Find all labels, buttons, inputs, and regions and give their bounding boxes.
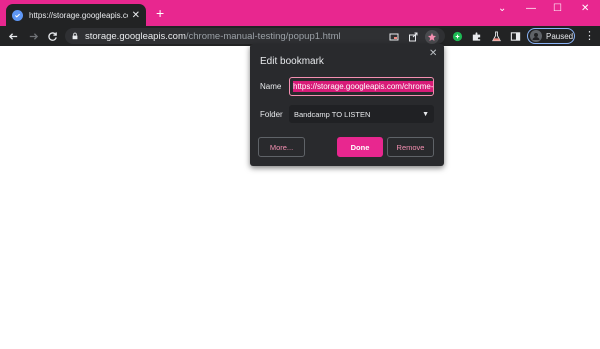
remove-button[interactable]: Remove [387, 137, 434, 157]
folder-select[interactable]: Bandcamp TO LISTEN ▼ [289, 105, 434, 123]
star-icon[interactable] [425, 30, 439, 44]
maximize-button[interactable]: ☐ [553, 3, 562, 14]
dialog-close-icon[interactable]: ✕ [429, 48, 437, 59]
browser-toolbar: storage.googleapis.com/chrome-manual-tes… [0, 26, 600, 46]
done-button[interactable]: Done [337, 137, 383, 157]
chevron-down-icon: ▼ [422, 110, 429, 118]
title-bar: https://storage.googleapis.com/c ✕ + ⌄ —… [0, 0, 600, 26]
tab-title: https://storage.googleapis.com/c [29, 10, 128, 20]
puzzle-icon[interactable] [469, 29, 483, 43]
forward-arrow-icon[interactable] [25, 28, 41, 44]
flask-icon[interactable] [489, 29, 503, 43]
url-host: storage.googleapis.com [85, 30, 186, 42]
back-arrow-icon[interactable] [5, 28, 21, 44]
dialog-title: Edit bookmark [260, 56, 324, 67]
window-close-button[interactable]: ✕ [581, 3, 589, 14]
edit-bookmark-dialog: Edit bookmark ✕ Name https://storage.goo… [250, 44, 444, 166]
minimize-button[interactable]: — [526, 3, 536, 14]
name-label: Name [260, 82, 282, 91]
profile-button[interactable]: Paused [527, 28, 575, 44]
lock-icon[interactable] [71, 27, 79, 45]
url-path: /chrome-manual-testing/popup1.html [185, 30, 341, 42]
browser-tab[interactable]: https://storage.googleapis.com/c ✕ [6, 4, 146, 26]
browser-menu-icon[interactable]: ⋮ [584, 29, 595, 43]
extension-g-icon[interactable] [450, 29, 464, 43]
reload-icon[interactable] [44, 28, 60, 44]
bookmark-name-value: https://storage.googleapis.com/chrome-m [293, 81, 433, 92]
folder-label: Folder [260, 110, 283, 119]
favicon-icon [12, 9, 23, 21]
tab-close-icon[interactable]: ✕ [132, 10, 140, 21]
avatar-icon [530, 30, 542, 42]
more-button[interactable]: More... [258, 137, 305, 157]
url-text[interactable]: storage.googleapis.com/chrome-manual-tes… [85, 31, 341, 42]
profile-status: Paused [546, 31, 574, 41]
cast-icon[interactable] [387, 30, 401, 44]
share-icon[interactable] [406, 30, 420, 44]
tab-search-dropdown-icon[interactable]: ⌄ [498, 3, 506, 14]
bookmark-name-input[interactable]: https://storage.googleapis.com/chrome-m [289, 77, 434, 96]
new-tab-button[interactable]: + [156, 6, 164, 20]
address-bar[interactable]: storage.googleapis.com/chrome-manual-tes… [65, 28, 445, 44]
folder-value: Bandcamp TO LISTEN [294, 109, 371, 119]
sidepanel-icon[interactable] [508, 29, 522, 43]
